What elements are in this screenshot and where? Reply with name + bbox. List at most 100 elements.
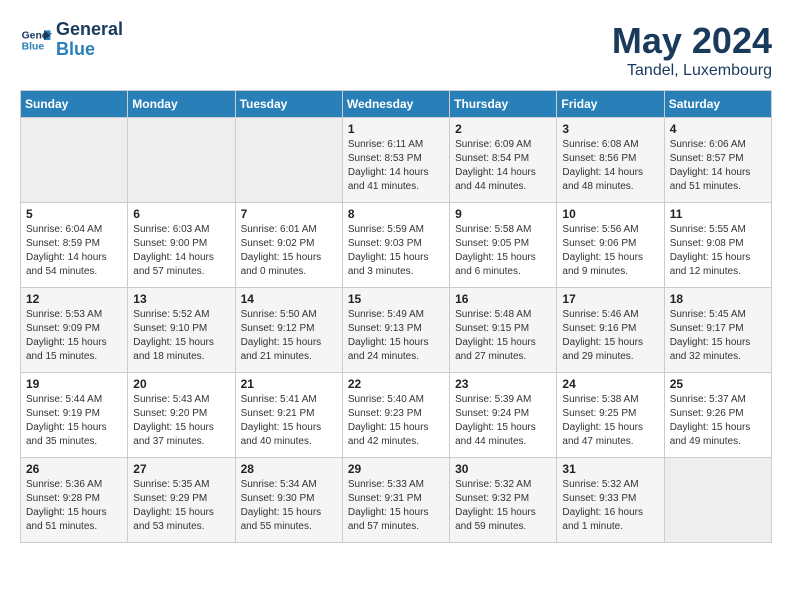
title-block: May 2024 Tandel, Luxembourg [612,20,772,80]
day-content: Sunrise: 6:11 AM Sunset: 8:53 PM Dayligh… [348,138,444,194]
calendar-day-21: 21 Sunrise: 5:41 AM Sunset: 9:21 PM Dayli… [235,373,342,458]
calendar-day-14: 14 Sunrise: 5:50 AM Sunset: 9:12 PM Dayli… [235,288,342,373]
day-content: Sunrise: 5:43 AM Sunset: 9:20 PM Dayligh… [133,393,229,449]
day-number: 11 [670,207,766,221]
weekday-header-thursday: Thursday [450,91,557,118]
empty-cell [235,118,342,203]
day-content: Sunrise: 5:53 AM Sunset: 9:09 PM Dayligh… [26,308,122,364]
calendar-day-27: 27Sunrise: 5:35 AM Sunset: 9:29 PM Dayli… [128,458,235,543]
calendar-day-16: 16 Sunrise: 5:48 AM Sunset: 9:15 PM Dayli… [450,288,557,373]
day-content: Sunrise: 6:08 AM Sunset: 8:56 PM Dayligh… [562,138,658,194]
calendar-day-2: 2 Sunrise: 6:09 AM Sunset: 8:54 PM Daylig… [450,118,557,203]
weekday-header-wednesday: Wednesday [342,91,449,118]
day-number: 20 [133,377,229,391]
day-content: Sunrise: 5:59 AM Sunset: 9:03 PM Dayligh… [348,223,444,279]
svg-text:Blue: Blue [22,41,45,52]
calendar-day-5: 5 Sunrise: 6:04 AM Sunset: 8:59 PM Daylig… [21,203,128,288]
day-number: 22 [348,377,444,391]
calendar-day-29: 29 Sunrise: 5:33 AM Sunset: 9:31 PM Dayli… [342,458,449,543]
day-number: 24 [562,377,658,391]
day-number: 26 [26,462,122,476]
logo-text: GeneralBlue [56,20,123,60]
calendar-day-7: 7 Sunrise: 6:01 AM Sunset: 9:02 PM Daylig… [235,203,342,288]
day-number: 18 [670,292,766,306]
day-content: Sunrise: 5:36 AM Sunset: 9:28 PM Dayligh… [26,478,122,534]
calendar-day-18: 18 Sunrise: 5:45 AM Sunset: 9:17 PM Dayli… [664,288,771,373]
calendar-week-4: 19 Sunrise: 5:44 AM Sunset: 9:19 PM Dayli… [21,373,772,458]
day-number: 4 [670,122,766,136]
calendar-day-20: 20 Sunrise: 5:43 AM Sunset: 9:20 PM Dayli… [128,373,235,458]
day-number: 15 [348,292,444,306]
day-content: Sunrise: 5:48 AM Sunset: 9:15 PM Dayligh… [455,308,551,364]
calendar-day-15: 15Sunrise: 5:49 AM Sunset: 9:13 PM Dayli… [342,288,449,373]
day-content: Sunrise: 6:06 AM Sunset: 8:57 PM Dayligh… [670,138,766,194]
weekday-header-row: SundayMondayTuesdayWednesdayThursdayFrid… [21,91,772,118]
day-number: 17 [562,292,658,306]
day-number: 8 [348,207,444,221]
calendar-day-26: 26 Sunrise: 5:36 AM Sunset: 9:28 PM Dayli… [21,458,128,543]
page-header: General Blue GeneralBlue May 2024 Tandel… [20,20,772,80]
day-number: 21 [241,377,337,391]
calendar-day-22: 22 Sunrise: 5:40 AM Sunset: 9:23 PM Dayli… [342,373,449,458]
calendar-week-5: 26 Sunrise: 5:36 AM Sunset: 9:28 PM Dayli… [21,458,772,543]
weekday-header-tuesday: Tuesday [235,91,342,118]
weekday-header-saturday: Saturday [664,91,771,118]
day-number: 31 [562,462,658,476]
day-content: Sunrise: 5:56 AM Sunset: 9:06 PM Dayligh… [562,223,658,279]
day-content: Sunrise: 5:33 AM Sunset: 9:31 PM Dayligh… [348,478,444,534]
calendar-day-3: 3 Sunrise: 6:08 AM Sunset: 8:56 PM Daylig… [557,118,664,203]
day-number: 1 [348,122,444,136]
day-number: 19 [26,377,122,391]
day-number: 2 [455,122,551,136]
calendar-day-28: 28Sunrise: 5:34 AM Sunset: 9:30 PM Dayli… [235,458,342,543]
day-number: 23 [455,377,551,391]
day-content: Sunrise: 5:46 AM Sunset: 9:16 PM Dayligh… [562,308,658,364]
day-content: Sunrise: 6:03 AM Sunset: 9:00 PM Dayligh… [133,223,229,279]
calendar-day-12: 12Sunrise: 5:53 AM Sunset: 9:09 PM Dayli… [21,288,128,373]
day-number: 14 [241,292,337,306]
day-content: Sunrise: 5:37 AM Sunset: 9:26 PM Dayligh… [670,393,766,449]
calendar-day-31: 31 Sunrise: 5:32 AM Sunset: 9:33 PM Dayli… [557,458,664,543]
day-number: 3 [562,122,658,136]
calendar-week-2: 5 Sunrise: 6:04 AM Sunset: 8:59 PM Daylig… [21,203,772,288]
weekday-header-friday: Friday [557,91,664,118]
empty-cell [128,118,235,203]
calendar-week-1: 1 Sunrise: 6:11 AM Sunset: 8:53 PM Daylig… [21,118,772,203]
day-number: 29 [348,462,444,476]
day-content: Sunrise: 5:32 AM Sunset: 9:33 PM Dayligh… [562,478,658,534]
calendar-day-9: 9Sunrise: 5:58 AM Sunset: 9:05 PM Daylig… [450,203,557,288]
day-content: Sunrise: 5:32 AM Sunset: 9:32 PM Dayligh… [455,478,551,534]
day-content: Sunrise: 5:45 AM Sunset: 9:17 PM Dayligh… [670,308,766,364]
day-number: 30 [455,462,551,476]
calendar-day-10: 10Sunrise: 5:56 AM Sunset: 9:06 PM Dayli… [557,203,664,288]
calendar-day-11: 11 Sunrise: 5:55 AM Sunset: 9:08 PM Dayli… [664,203,771,288]
calendar-day-24: 24Sunrise: 5:38 AM Sunset: 9:25 PM Dayli… [557,373,664,458]
day-number: 9 [455,207,551,221]
day-content: Sunrise: 5:34 AM Sunset: 9:30 PM Dayligh… [241,478,337,534]
day-content: Sunrise: 5:52 AM Sunset: 9:10 PM Dayligh… [133,308,229,364]
day-number: 16 [455,292,551,306]
day-content: Sunrise: 6:01 AM Sunset: 9:02 PM Dayligh… [241,223,337,279]
calendar-day-30: 30 Sunrise: 5:32 AM Sunset: 9:32 PM Dayli… [450,458,557,543]
calendar-table: SundayMondayTuesdayWednesdayThursdayFrid… [20,90,772,543]
day-content: Sunrise: 5:44 AM Sunset: 9:19 PM Dayligh… [26,393,122,449]
calendar-day-8: 8 Sunrise: 5:59 AM Sunset: 9:03 PM Daylig… [342,203,449,288]
day-content: Sunrise: 5:35 AM Sunset: 9:29 PM Dayligh… [133,478,229,534]
day-number: 5 [26,207,122,221]
day-content: Sunrise: 5:55 AM Sunset: 9:08 PM Dayligh… [670,223,766,279]
calendar-day-17: 17 Sunrise: 5:46 AM Sunset: 9:16 PM Dayli… [557,288,664,373]
day-content: Sunrise: 5:40 AM Sunset: 9:23 PM Dayligh… [348,393,444,449]
calendar-day-25: 25 Sunrise: 5:37 AM Sunset: 9:26 PM Dayli… [664,373,771,458]
weekday-header-sunday: Sunday [21,91,128,118]
day-content: Sunrise: 6:09 AM Sunset: 8:54 PM Dayligh… [455,138,551,194]
logo: General Blue GeneralBlue [20,20,123,60]
day-content: Sunrise: 6:04 AM Sunset: 8:59 PM Dayligh… [26,223,122,279]
day-number: 6 [133,207,229,221]
day-number: 7 [241,207,337,221]
day-content: Sunrise: 5:41 AM Sunset: 9:21 PM Dayligh… [241,393,337,449]
day-content: Sunrise: 5:50 AM Sunset: 9:12 PM Dayligh… [241,308,337,364]
calendar-week-3: 12Sunrise: 5:53 AM Sunset: 9:09 PM Dayli… [21,288,772,373]
day-number: 25 [670,377,766,391]
logo-icon: General Blue [20,24,52,56]
calendar-day-13: 13Sunrise: 5:52 AM Sunset: 9:10 PM Dayli… [128,288,235,373]
